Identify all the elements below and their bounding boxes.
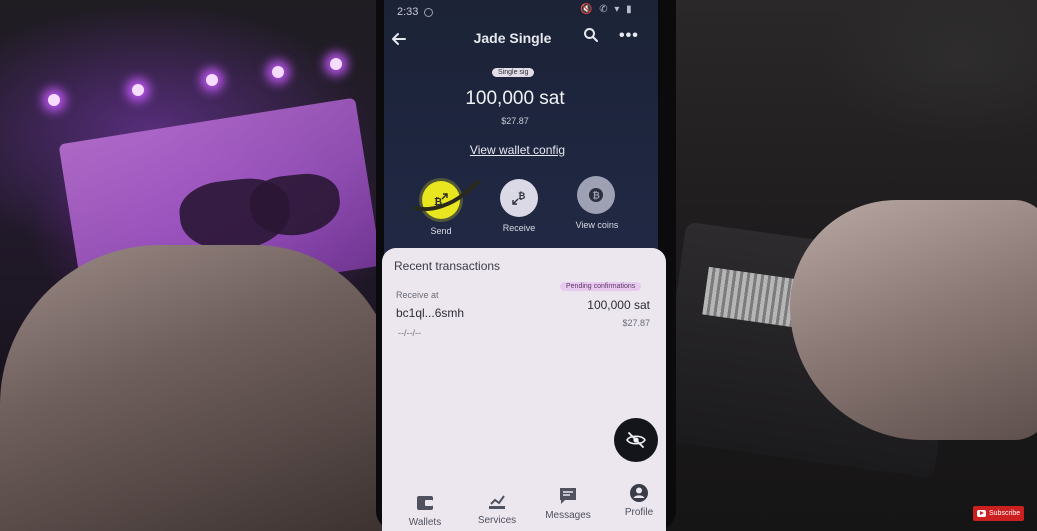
nav-services-label: Services [477, 515, 517, 526]
view-coins-label: View coins [575, 220, 619, 230]
recent-transactions-title: Recent transactions [394, 259, 501, 273]
hide-balance-button[interactable] [614, 418, 658, 462]
svg-text:₿: ₿ [518, 191, 525, 202]
status-icons: 🔇 ✆ ▾ ▮ [580, 4, 634, 15]
wallet-icon [417, 496, 433, 510]
led-light [330, 58, 342, 70]
pending-status-badge: Pending confirmations [560, 282, 642, 291]
wallet-balance: 100,000 sat [465, 88, 565, 109]
led-light [272, 66, 284, 78]
svg-text:₿: ₿ [593, 191, 600, 202]
coins-icon: ₿ [589, 188, 603, 202]
receive-button[interactable]: ₿ [500, 179, 538, 217]
messages-icon [560, 488, 576, 504]
led-light [48, 94, 60, 106]
services-icon [489, 495, 505, 509]
hand-drawn-mark [414, 180, 480, 211]
nav-messages-label: Messages [545, 510, 591, 521]
nav-profile[interactable]: Profile [609, 482, 669, 518]
transaction-type: Receive at [396, 290, 439, 300]
status-indicator-icon [424, 8, 433, 17]
status-time: 2:33 [397, 6, 419, 18]
wallet-title: Jade Single [473, 30, 552, 46]
left-hand [0, 245, 395, 531]
profile-icon [630, 484, 648, 502]
led-light [132, 84, 144, 96]
view-wallet-config-link[interactable]: View wallet config [445, 143, 590, 157]
nav-wallets-label: Wallets [408, 517, 442, 528]
view-coins-button[interactable]: ₿ [577, 176, 615, 214]
nav-wallets[interactable]: Wallets [395, 492, 455, 528]
nav-messages[interactable]: Messages [538, 485, 598, 521]
receive-bitcoin-icon: ₿ [512, 191, 525, 205]
led-light [206, 74, 218, 86]
receive-label: Receive [502, 223, 536, 233]
transaction-amount: 100,000 sat [587, 298, 650, 312]
eye-off-icon [626, 432, 646, 448]
nav-profile-label: Profile [624, 507, 654, 518]
youtube-icon [977, 510, 986, 517]
subscribe-button[interactable]: Subscribe [973, 506, 1025, 521]
back-arrow-icon[interactable] [390, 30, 408, 48]
sig-type-badge: Single sig [492, 68, 535, 77]
transaction-fiat: $27.87 [622, 318, 650, 328]
transaction-date: --/--/-- [398, 328, 421, 338]
transaction-address: bc1ql...6smh [396, 306, 465, 320]
wallet-fiat-value: $27.87 [501, 116, 529, 126]
send-label: Send [430, 226, 452, 236]
nav-services[interactable]: Services [467, 490, 527, 526]
search-icon[interactable] [583, 27, 599, 43]
more-options-icon[interactable]: ••• [619, 27, 639, 45]
subscribe-label: Subscribe [989, 510, 1021, 517]
